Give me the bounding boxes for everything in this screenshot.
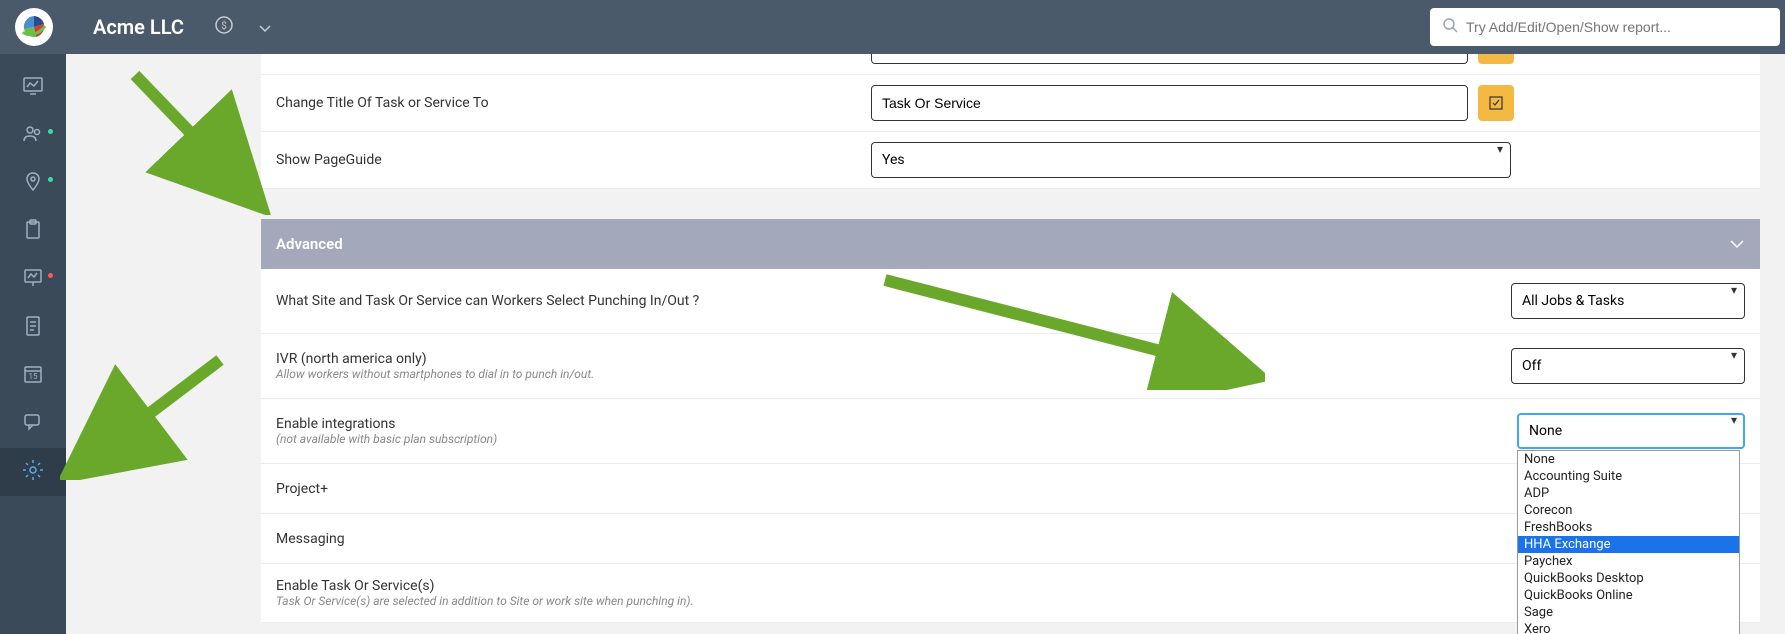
svg-text:15: 15 (29, 372, 38, 381)
spacer (261, 189, 1760, 219)
sidebar-item-location[interactable] (0, 160, 66, 208)
global-search[interactable] (1430, 8, 1780, 46)
search-input[interactable] (1466, 19, 1768, 35)
sidebar-item-calendar[interactable]: 15 (0, 352, 66, 400)
dropdown-option[interactable]: Accounting Suite (1518, 468, 1739, 485)
apply-title-button[interactable] (1478, 85, 1514, 121)
label-enable-task-sub: Task Or Service(s) are selected in addit… (276, 594, 871, 608)
dropdown-option[interactable]: QuickBooks Online (1518, 587, 1739, 604)
label-integrations: Enable integrations (276, 416, 871, 432)
presentation-icon (21, 266, 45, 294)
label-change-title: Change Title Of Task or Service To (276, 95, 871, 111)
label-integrations-sub: (not available with basic plan subscript… (276, 432, 871, 446)
document-icon (21, 314, 45, 342)
row-site-task: What Site and Task Or Service can Worker… (261, 269, 1760, 334)
content-area: Change Title Of Task or Service To Show … (66, 54, 1785, 634)
ivr-select[interactable]: Off (1511, 348, 1745, 384)
integrations-select[interactable]: None (1517, 413, 1745, 449)
partial-input[interactable] (871, 54, 1468, 64)
label-ivr: IVR (north america only) (276, 351, 871, 367)
currency-icon[interactable]: $ (214, 15, 234, 39)
dropdown-option[interactable]: Corecon (1518, 502, 1739, 519)
advanced-header-label: Advanced (276, 235, 343, 253)
site-task-select[interactable]: All Jobs & Tasks (1511, 283, 1745, 319)
search-icon (1442, 17, 1458, 37)
people-icon (21, 122, 45, 150)
row-ivr: IVR (north america only) Allow workers w… (261, 334, 1760, 399)
dropdown-option[interactable]: Xero (1518, 621, 1739, 634)
sidebar-item-presentation[interactable] (0, 256, 66, 304)
dropdown-option[interactable]: None (1518, 451, 1739, 468)
dropdown-caret-icon[interactable] (259, 18, 271, 37)
integrations-value: None (1529, 423, 1562, 439)
calendar-icon: 15 (21, 362, 45, 390)
sidebar-item-settings[interactable] (0, 448, 66, 496)
chevron-down-icon (1729, 235, 1745, 253)
integrations-dropdown[interactable]: NoneAccounting SuiteADPCoreconFreshBooks… (1517, 450, 1740, 634)
site-task-value: All Jobs & Tasks (1522, 293, 1624, 309)
dropdown-option[interactable]: HHA Exchange (1518, 536, 1739, 553)
gear-icon (21, 458, 45, 486)
dropdown-option[interactable]: FreshBooks (1518, 519, 1739, 536)
sidebar-item-clipboard[interactable] (0, 208, 66, 256)
label-projectplus: Project+ (276, 481, 871, 497)
sidebar-item-dashboard[interactable] (0, 64, 66, 112)
dropdown-option[interactable]: ADP (1518, 485, 1739, 502)
sidebar-item-people[interactable] (0, 112, 66, 160)
logo-icon (19, 12, 49, 42)
svg-text:$: $ (221, 19, 227, 32)
row-change-title: Change Title Of Task or Service To (261, 75, 1760, 132)
chat-icon (21, 410, 45, 438)
label-messaging: Messaging (276, 531, 871, 547)
row-pageguide: Show PageGuide Yes ▾ (261, 132, 1760, 189)
map-pin-icon (21, 170, 45, 198)
dropdown-option[interactable]: Paychex (1518, 553, 1739, 570)
label-enable-task: Enable Task Or Service(s) (276, 578, 871, 594)
dropdown-option[interactable]: Sage (1518, 604, 1739, 621)
row-integrations: Enable integrations (not available with … (261, 399, 1760, 464)
partial-action-button[interactable] (1478, 54, 1514, 64)
app-header: Acme LLC $ (0, 0, 1785, 54)
label-site-task: What Site and Task Or Service can Worker… (276, 293, 871, 309)
pageguide-select[interactable]: Yes (871, 142, 1511, 178)
left-sidebar: 15 (0, 54, 66, 634)
app-logo (15, 8, 53, 46)
label-pageguide: Show PageGuide (276, 152, 871, 168)
chart-monitor-icon (21, 74, 45, 102)
pageguide-value: Yes (882, 152, 905, 168)
clipboard-icon (21, 218, 45, 246)
apply-icon (1488, 95, 1504, 111)
app-title: Acme LLC (93, 15, 184, 39)
partial-row (261, 54, 1760, 75)
ivr-value: Off (1522, 358, 1541, 374)
status-dot (48, 129, 53, 134)
status-dot (48, 273, 53, 278)
label-ivr-sub: Allow workers without smartphones to dia… (276, 367, 871, 381)
sidebar-item-document[interactable] (0, 304, 66, 352)
settings-panel: Change Title Of Task or Service To Show … (261, 54, 1760, 623)
task-title-input[interactable] (871, 85, 1468, 121)
advanced-section-header[interactable]: Advanced (261, 219, 1760, 269)
sidebar-item-chat[interactable] (0, 400, 66, 448)
status-dot (48, 177, 53, 182)
dropdown-option[interactable]: QuickBooks Desktop (1518, 570, 1739, 587)
